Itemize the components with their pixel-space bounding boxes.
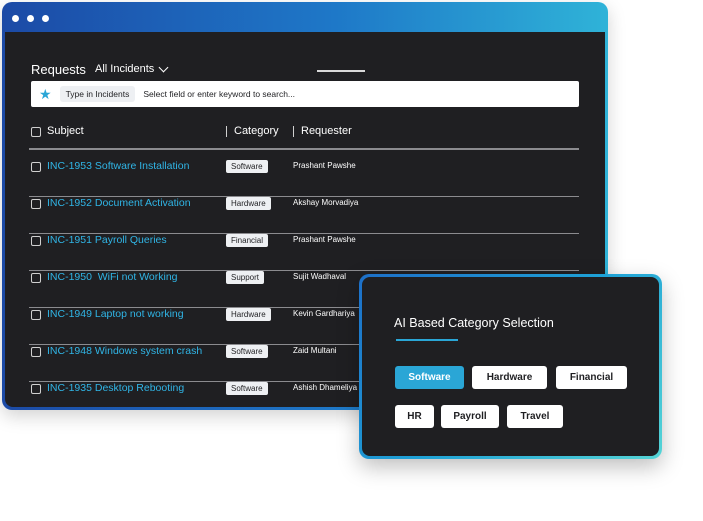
incident-subject-link[interactable]: INC-1948 Windows system crash: [47, 345, 202, 357]
window-dot-icon[interactable]: [12, 15, 19, 22]
category-tag: Software: [226, 382, 268, 395]
requester-name: Sujit Wadhaval: [293, 272, 347, 281]
table-header: Subject Category Requester: [29, 124, 579, 140]
window-dot-icon[interactable]: [27, 15, 34, 22]
incident-subject-link[interactable]: INC-1951 Payroll Queries: [47, 234, 167, 246]
requester-name: Prashant Pawshe: [293, 235, 356, 244]
category-tag: Hardware: [226, 197, 271, 210]
filter-label: All Incidents: [95, 63, 155, 75]
chevron-down-icon: [158, 62, 169, 72]
category-tag: Software: [226, 160, 268, 173]
incident-subject-link[interactable]: INC-1935 Desktop Rebooting: [47, 382, 184, 394]
requester-name: Prashant Pawshe: [293, 161, 356, 170]
incidents-filter-dropdown[interactable]: All Incidents: [95, 62, 169, 75]
incident-subject-link[interactable]: INC-1950 WiFi not Working: [47, 271, 178, 283]
incident-subject-link[interactable]: INC-1953 Software Installation: [47, 160, 189, 172]
row-checkbox[interactable]: [31, 310, 41, 320]
category-button-hr[interactable]: HR: [395, 405, 434, 428]
requester-name: Kevin Gardhariya: [293, 309, 355, 318]
row-checkbox[interactable]: [31, 199, 41, 209]
search-bar[interactable]: ★ Type in Incidents Select field or ente…: [31, 81, 579, 107]
search-scope-chip[interactable]: Type in Incidents: [59, 86, 136, 102]
requester-name: Akshay Morvadiya: [293, 198, 359, 207]
category-tag: Support: [226, 271, 265, 284]
table-row[interactable]: INC-1951 Payroll Queries Financial Prash…: [29, 234, 579, 271]
table-row[interactable]: INC-1953 Software Installation Software …: [29, 160, 579, 197]
select-all-checkbox[interactable]: [31, 127, 41, 137]
page-title: Requests: [31, 62, 86, 77]
column-divider: [226, 126, 227, 137]
table-row[interactable]: INC-1952 Document Activation Hardware Ak…: [29, 197, 579, 234]
category-tag: Financial: [226, 234, 269, 247]
window-titlebar: [2, 2, 608, 32]
column-requester[interactable]: Requester: [301, 125, 352, 137]
category-button-travel[interactable]: Travel: [507, 405, 563, 428]
window-dot-icon[interactable]: [42, 15, 49, 22]
requester-name: Zaid Multani: [293, 346, 337, 355]
row-checkbox[interactable]: [31, 273, 41, 283]
incident-subject-link[interactable]: INC-1949 Laptop not working: [47, 308, 184, 320]
category-button-software[interactable]: Software: [395, 366, 464, 389]
category-button-payroll[interactable]: Payroll: [441, 405, 499, 428]
header-divider: [29, 148, 579, 150]
ai-category-panel: AI Based Category Selection Software Har…: [359, 274, 662, 459]
incident-subject-link[interactable]: INC-1952 Document Activation: [47, 197, 191, 209]
category-button-financial[interactable]: Financial: [556, 366, 627, 389]
star-icon[interactable]: ★: [39, 87, 52, 101]
category-tag: Hardware: [226, 308, 271, 321]
title-underline: [396, 339, 458, 341]
row-checkbox[interactable]: [31, 236, 41, 246]
requester-name: Ashish Dhameliya: [293, 383, 358, 392]
search-input[interactable]: Select field or enter keyword to search.…: [143, 89, 295, 99]
column-category[interactable]: Category: [234, 125, 279, 137]
row-checkbox[interactable]: [31, 162, 41, 172]
row-checkbox[interactable]: [31, 347, 41, 357]
ai-panel-title: AI Based Category Selection: [394, 316, 554, 330]
category-button-hardware[interactable]: Hardware: [472, 366, 547, 389]
category-tag: Software: [226, 345, 268, 358]
column-divider: [293, 126, 294, 137]
scroll-indicator[interactable]: [317, 70, 365, 72]
ai-category-panel-body: AI Based Category Selection Software Har…: [362, 277, 659, 456]
row-checkbox[interactable]: [31, 384, 41, 394]
column-subject[interactable]: Subject: [47, 125, 84, 137]
